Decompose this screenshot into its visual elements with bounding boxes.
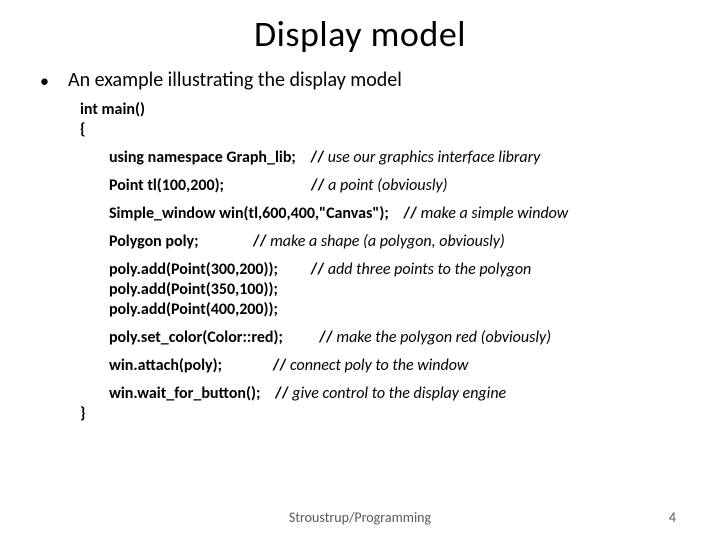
code-line: int main() — [80, 100, 680, 120]
code-line: poly.add(Point(300,200)); // add three p… — [80, 260, 680, 280]
page-number: 4 — [669, 509, 676, 526]
bullet-text: An example illustrating the display mode… — [40, 68, 680, 92]
code-line: win.attach(poly); // connect poly to the… — [80, 356, 680, 376]
code-line: using namespace Graph_lib; // use our gr… — [80, 148, 680, 168]
code-line: { — [80, 120, 680, 140]
slide: Display model An example illustrating th… — [0, 0, 720, 540]
code-line: win.wait_for_button(); // give control t… — [80, 384, 680, 404]
code-line: Polygon poly; // make a shape (a polygon… — [80, 232, 680, 252]
bullet-label: An example illustrating the display mode… — [68, 68, 402, 92]
code-line: } — [80, 404, 680, 424]
code-block: int main() { using namespace Graph_lib; … — [80, 100, 680, 424]
slide-title: Display model — [40, 12, 680, 56]
code-line: poly.set_color(Color::red); // make the … — [80, 328, 680, 348]
code-line: poly.add(Point(400,200)); — [80, 300, 680, 320]
footer-center: Stroustrup/Programming — [0, 509, 720, 526]
code-line: Point tl(100,200); // a point (obviously… — [80, 176, 680, 196]
code-line: Simple_window win(tl,600,400,"Canvas"); … — [80, 204, 680, 224]
code-line: poly.add(Point(350,100)); — [80, 280, 680, 300]
